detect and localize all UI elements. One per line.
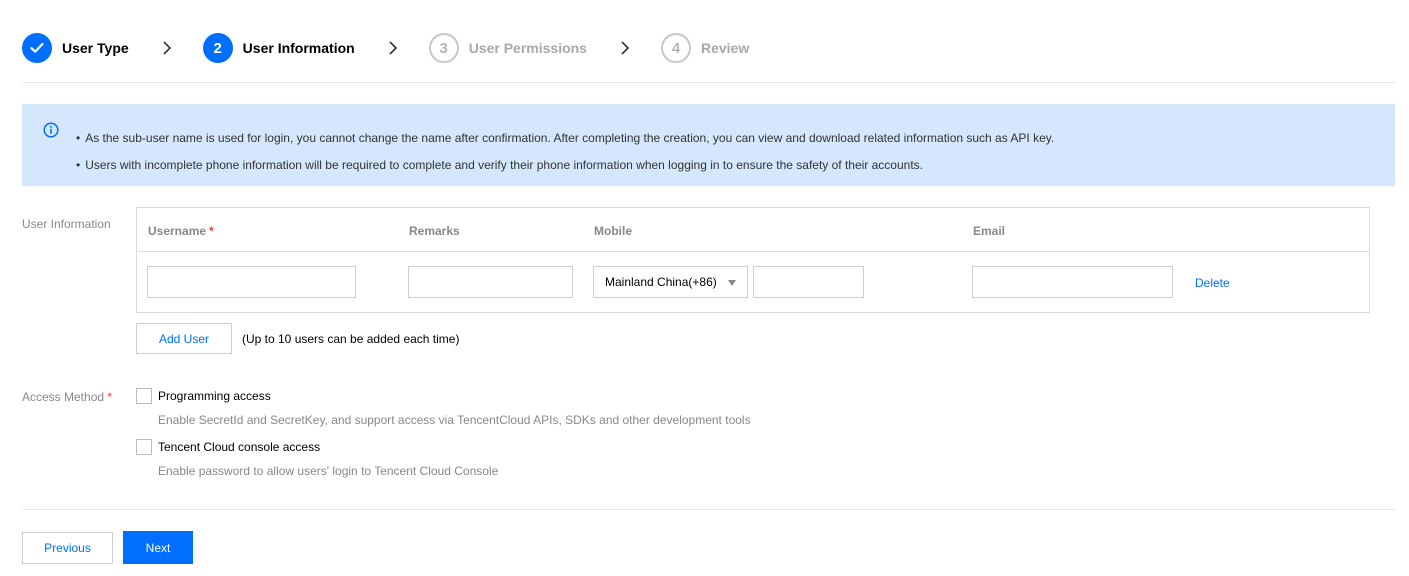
- column-email: Email: [973, 224, 1006, 238]
- username-input[interactable]: [147, 266, 356, 298]
- console-access-checkbox[interactable]: [136, 439, 152, 455]
- column-remarks: Remarks: [409, 224, 460, 238]
- console-access-label[interactable]: Tencent Cloud console access: [158, 440, 320, 454]
- user-information-label: User Information: [22, 217, 111, 231]
- programming-access-description: Enable SecretId and SecretKey, and suppo…: [158, 413, 751, 427]
- divider: [22, 82, 1395, 83]
- info-icon: [43, 122, 59, 138]
- info-alert: • As the sub-user name is used for login,…: [22, 104, 1395, 186]
- step-label: User Permissions: [468, 40, 587, 56]
- step-number: 4: [660, 33, 691, 63]
- caret-down-icon: [728, 280, 736, 286]
- phone-input[interactable]: [753, 266, 864, 298]
- chevron-right-icon: [382, 40, 404, 56]
- chevron-right-icon: [156, 40, 178, 56]
- step-label: Review: [700, 40, 750, 56]
- step-number: 2: [202, 33, 233, 63]
- access-method-label: Access Method *: [22, 390, 113, 404]
- step-label: User Information: [242, 40, 355, 56]
- step-user-permissions[interactable]: 3 User Permissions: [428, 33, 587, 63]
- programming-access-checkbox[interactable]: [136, 388, 152, 404]
- alert-line: • As the sub-user name is used for login,…: [76, 131, 1055, 145]
- required-marker: *: [107, 390, 113, 404]
- alert-line: • Users with incomplete phone information…: [76, 158, 923, 172]
- step-user-type[interactable]: User Type: [22, 33, 129, 63]
- console-access-description: Enable password to allow users' login to…: [158, 464, 499, 478]
- next-button[interactable]: Next: [123, 531, 193, 564]
- add-user-button[interactable]: Add User: [136, 323, 232, 354]
- column-username: Username *: [148, 224, 214, 238]
- step-user-information[interactable]: 2 User Information: [202, 33, 355, 63]
- chevron-right-icon: [614, 40, 636, 56]
- required-marker: *: [209, 224, 214, 238]
- country-code-value: Mainland China(+86): [605, 275, 717, 289]
- steps-bar: User Type 2 User Information 3 User Perm…: [22, 33, 749, 63]
- user-information-table: Username * Remarks Mobile Email Mainland …: [136, 207, 1370, 313]
- add-user-note: (Up to 10 users can be added each time): [242, 332, 460, 346]
- step-review[interactable]: 4 Review: [660, 33, 750, 63]
- country-code-select[interactable]: Mainland China(+86): [593, 266, 748, 298]
- programming-access-label[interactable]: Programming access: [158, 389, 271, 403]
- previous-button[interactable]: Previous: [22, 532, 113, 564]
- step-done-check-icon: [22, 33, 52, 63]
- column-mobile: Mobile: [594, 224, 632, 238]
- email-input[interactable]: [972, 266, 1173, 298]
- step-number: 3: [428, 33, 459, 63]
- table-header: Username * Remarks Mobile Email: [137, 208, 1369, 252]
- remarks-input[interactable]: [408, 266, 573, 298]
- divider: [22, 509, 1395, 510]
- delete-row-link[interactable]: Delete: [1195, 276, 1230, 290]
- step-label: User Type: [62, 40, 129, 56]
